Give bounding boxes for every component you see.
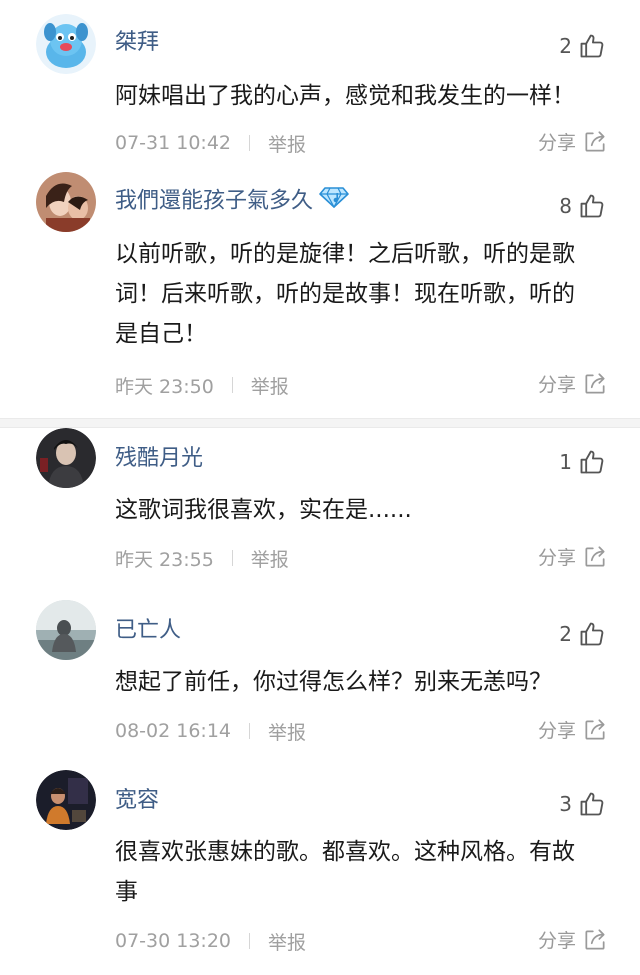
meta-separator <box>249 933 251 949</box>
comment-item: 宽容 3 很喜欢张惠妹的歌。都喜欢。这种风格。有故事 07-30 13:20 举… <box>0 760 640 975</box>
username[interactable]: 残酷月光 <box>115 444 203 474</box>
avatar[interactable] <box>36 172 96 232</box>
meta-separator <box>231 550 233 566</box>
share-icon <box>585 130 605 152</box>
avatar[interactable] <box>36 14 96 74</box>
username-text: 我們還能孩子氣多久 <box>115 188 314 214</box>
share-icon <box>585 928 605 950</box>
comment-text: 以前听歌，听的是旋律！之后听歌，听的是歌词！后来听歌，听的是故事！现在听歌，听的… <box>115 241 575 347</box>
meta-separator <box>249 723 251 739</box>
comment-item: 已亡人 2 想起了前任，你过得怎么样？别来无恙吗？ 08-02 16:14 举报… <box>0 588 640 760</box>
comment-text: 想起了前任，你过得怎么样？别来无恙吗？ <box>115 669 552 695</box>
share-label: 分享 <box>537 720 576 742</box>
share-label: 分享 <box>537 930 576 952</box>
comment-item: 桀拜 2 阿妹唱出了我的心声，感觉和我发生的一样！ 07-31 10:42 举报… <box>0 0 640 178</box>
comment-item: 我們還能孩子氣多久 8 以前听歌，听的是旋律！之后听歌，听的是歌词！后来听歌，听… <box>0 160 640 418</box>
share-label: 分享 <box>537 132 576 154</box>
thumbs-up-icon <box>580 34 604 58</box>
share-label: 分享 <box>537 547 576 569</box>
report-button[interactable]: 举报 <box>268 928 306 955</box>
username[interactable]: 桀拜 <box>115 28 159 58</box>
diamond-badge-icon <box>319 186 349 217</box>
timestamp: 08-02 16:14 <box>115 720 232 742</box>
like-count: 3 <box>559 792 572 816</box>
share-label: 分享 <box>537 374 576 396</box>
report-button[interactable]: 举报 <box>268 718 306 745</box>
avatar[interactable] <box>36 770 96 830</box>
username[interactable]: 我們還能孩子氣多久 <box>115 186 349 217</box>
meta-separator <box>249 135 251 151</box>
thumbs-up-icon <box>580 792 604 816</box>
like-button[interactable]: 2 <box>559 32 606 60</box>
avatar[interactable] <box>36 428 96 488</box>
report-button[interactable]: 举报 <box>268 130 306 157</box>
like-button[interactable]: 2 <box>559 620 606 648</box>
share-icon <box>585 718 605 740</box>
timestamp: 07-30 13:20 <box>115 930 232 952</box>
share-button[interactable]: 分享 <box>538 716 608 743</box>
share-icon <box>585 545 605 567</box>
share-icon <box>585 372 605 394</box>
report-button[interactable]: 举报 <box>251 372 289 399</box>
comment-text: 很喜欢张惠妹的歌。都喜欢。这种风格。有故事 <box>115 839 575 905</box>
avatar[interactable] <box>36 600 96 660</box>
comment-item: 残酷月光 1 这歌词我很喜欢，实在是...... 昨天 23:55 举报 分享 <box>0 418 640 588</box>
username[interactable]: 宽容 <box>115 786 159 816</box>
share-button[interactable]: 分享 <box>538 128 608 155</box>
like-button[interactable]: 8 <box>559 192 606 220</box>
like-button[interactable]: 1 <box>559 448 606 476</box>
comment-text: 阿妹唱出了我的心声，感觉和我发生的一样！ <box>115 83 575 109</box>
comment-text: 这歌词我很喜欢，实在是...... <box>115 497 412 523</box>
username[interactable]: 已亡人 <box>115 616 181 646</box>
like-count: 8 <box>559 194 572 218</box>
meta-separator <box>231 377 233 393</box>
like-button[interactable]: 3 <box>559 790 606 818</box>
share-button[interactable]: 分享 <box>538 543 608 570</box>
report-button[interactable]: 举报 <box>251 545 289 572</box>
comment-feed: 桀拜 2 阿妹唱出了我的心声，感觉和我发生的一样！ 07-31 10:42 举报… <box>0 0 640 975</box>
share-button[interactable]: 分享 <box>538 370 608 397</box>
thumbs-up-icon <box>580 450 604 474</box>
like-count: 1 <box>559 450 572 474</box>
like-count: 2 <box>559 622 572 646</box>
timestamp: 07-31 10:42 <box>115 132 232 154</box>
like-count: 2 <box>559 34 572 58</box>
share-button[interactable]: 分享 <box>538 926 608 953</box>
thumbs-up-icon <box>580 194 604 218</box>
thumbs-up-icon <box>580 622 604 646</box>
timestamp: 昨天 23:50 <box>115 375 214 398</box>
timestamp: 昨天 23:55 <box>115 548 214 571</box>
